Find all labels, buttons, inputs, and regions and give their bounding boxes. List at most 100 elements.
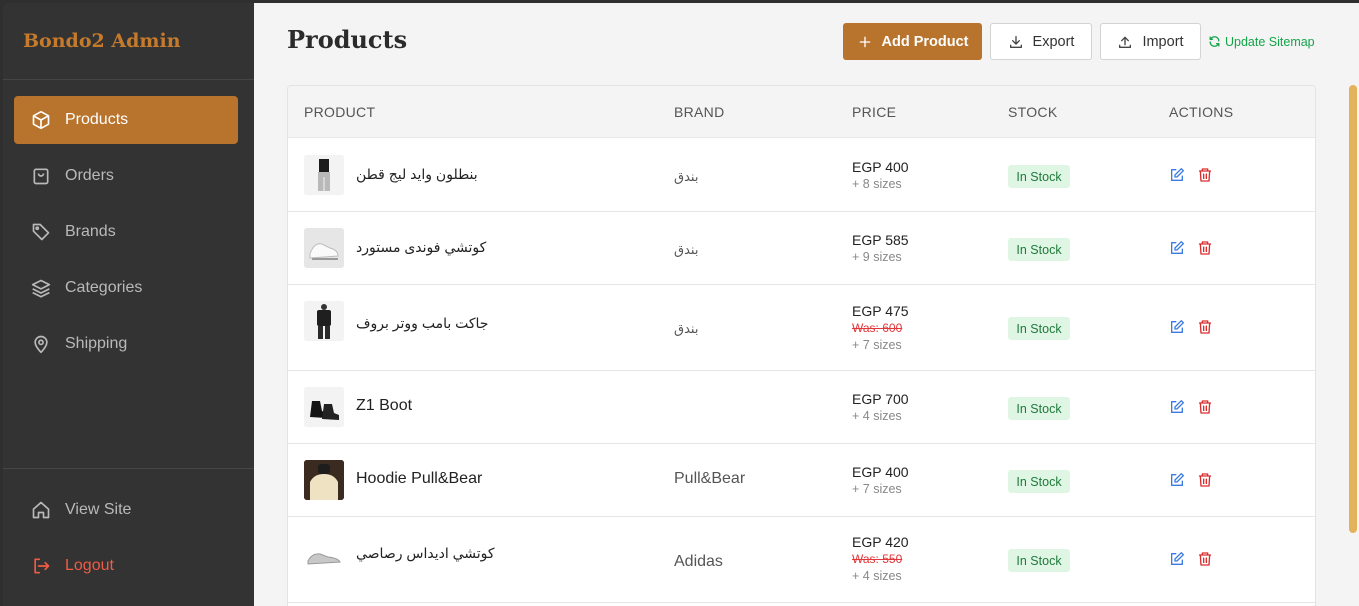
update-sitemap-label: Update Sitemap (1225, 34, 1315, 49)
sidebar-item-label: Orders (65, 167, 114, 184)
stock-badge: In Stock (1008, 549, 1070, 572)
table-row[interactable]: كوتشي فوندى مستورد بندق EGP 585 + 9 size… (288, 212, 1315, 285)
map-pin-icon (31, 334, 51, 354)
product-brand: Pull&Bear (674, 470, 746, 487)
table-row[interactable]: Z1 Boot EGP 700 + 4 sizes In Stock (288, 371, 1315, 444)
price-value: EGP 585 (852, 232, 909, 248)
product-brand: بندق (674, 169, 699, 184)
sizes-count: + 9 sizes (852, 250, 902, 264)
product-name: Z1 Boot (356, 397, 413, 414)
product-brand: بندق (674, 242, 699, 257)
product-thumbnail (304, 301, 344, 341)
table-row[interactable]: جاكت بامب ووتر بروف بندق EGP 475 Was: 60… (288, 285, 1315, 371)
edit-icon[interactable] (1169, 167, 1185, 183)
add-product-label: Add Product (881, 33, 969, 50)
refresh-icon (1209, 36, 1220, 47)
table-row[interactable]: Hoodie Pull&Bear Pull&Bear EGP 400 + 7 s… (288, 444, 1315, 517)
delete-icon[interactable] (1197, 551, 1213, 567)
sidebar-item-label: Logout (65, 557, 114, 574)
app-window: Bondo2 Admin Products Orders Brands Cate… (0, 0, 1359, 606)
sidebar-nav: Products Orders Brands Categories Shippi… (14, 96, 238, 376)
column-header-product: PRODUCT (304, 103, 376, 120)
plus-icon (859, 36, 870, 47)
product-price: EGP 420 Was: 550 + 4 sizes (852, 534, 909, 585)
product-thumbnail (304, 387, 344, 427)
column-header-price: PRICE (852, 103, 897, 120)
product-name: كوتشي اديداس رصاصي (356, 545, 495, 561)
delete-icon[interactable] (1197, 167, 1213, 183)
price-value: EGP 400 (852, 464, 909, 480)
edit-icon[interactable] (1169, 240, 1185, 256)
product-price: EGP 700 + 4 sizes (852, 391, 909, 425)
update-sitemap-button[interactable]: Update Sitemap (1208, 23, 1320, 60)
edit-icon[interactable] (1169, 399, 1185, 415)
box-icon (31, 110, 51, 130)
stock-badge: In Stock (1008, 317, 1070, 340)
table-row[interactable]: كوتشي اديداس رصاصي Adidas EGP 420 Was: 5… (288, 517, 1315, 603)
sidebar-item-logout[interactable]: Logout (14, 542, 238, 590)
logout-icon (31, 556, 51, 576)
product-name: جاكت بامب ووتر بروف (356, 315, 489, 331)
was-price: Was: 600 (852, 321, 903, 335)
sidebar-item-label: Brands (65, 223, 116, 240)
delete-icon[interactable] (1197, 319, 1213, 335)
column-header-brand: BRAND (674, 103, 725, 120)
price-value: EGP 400 (852, 159, 909, 175)
import-label: Import (1142, 33, 1184, 50)
sidebar: Bondo2 Admin Products Orders Brands Cate… (3, 3, 254, 606)
column-header-stock: STOCK (1008, 103, 1058, 120)
vertical-scrollbar[interactable] (1347, 3, 1359, 606)
sidebar-item-products[interactable]: Products (14, 96, 238, 144)
export-button[interactable]: Export (990, 23, 1092, 60)
price-value: EGP 475 (852, 303, 909, 319)
product-name: بنطلون وايد ليج قطن (356, 166, 478, 182)
product-price: EGP 475 Was: 600 + 7 sizes (852, 303, 909, 354)
stock-badge: In Stock (1008, 238, 1070, 261)
page-title: Products (287, 25, 408, 54)
sidebar-item-view-site[interactable]: View Site (14, 486, 238, 534)
import-button[interactable]: Import (1100, 23, 1201, 60)
was-price: Was: 550 (852, 552, 903, 566)
scrollbar-thumb[interactable] (1349, 85, 1357, 533)
product-brand: بندق (674, 321, 699, 336)
table-row[interactable]: بنطلون وايد ليج قطن بندق EGP 400 + 8 siz… (288, 139, 1315, 212)
product-name: Hoodie Pull&Bear (356, 470, 483, 487)
export-label: Export (1032, 33, 1075, 50)
product-price: EGP 585 + 9 sizes (852, 232, 909, 266)
sizes-count: + 8 sizes (852, 177, 902, 191)
sidebar-footer: View Site Logout (3, 468, 254, 598)
main-content: Products Add Product Export Import Updat… (254, 3, 1347, 606)
edit-icon[interactable] (1169, 472, 1185, 488)
stock-badge: In Stock (1008, 165, 1070, 188)
product-thumbnail (304, 155, 344, 195)
brand-logo-text[interactable]: Bondo2 Admin (23, 30, 181, 52)
sidebar-item-shipping[interactable]: Shipping (14, 320, 238, 368)
sidebar-item-label: Categories (65, 279, 143, 296)
sidebar-item-categories[interactable]: Categories (14, 264, 238, 312)
download-icon (1009, 35, 1022, 48)
sidebar-item-orders[interactable]: Orders (14, 152, 238, 200)
price-value: EGP 700 (852, 391, 909, 407)
products-table: PRODUCT BRAND PRICE STOCK ACTIONS بنطلون… (287, 85, 1316, 606)
stock-badge: In Stock (1008, 397, 1070, 420)
delete-icon[interactable] (1197, 240, 1213, 256)
product-price: EGP 400 + 8 sizes (852, 159, 909, 193)
edit-icon[interactable] (1169, 551, 1185, 567)
table-header: PRODUCT BRAND PRICE STOCK ACTIONS (288, 86, 1315, 138)
product-brand: Adidas (674, 553, 723, 570)
column-header-actions: ACTIONS (1169, 103, 1234, 120)
layers-icon (31, 278, 51, 298)
delete-icon[interactable] (1197, 399, 1213, 415)
sizes-count: + 7 sizes (852, 482, 902, 496)
brand-header: Bondo2 Admin (3, 3, 254, 80)
product-thumbnail (304, 228, 344, 268)
delete-icon[interactable] (1197, 472, 1213, 488)
edit-icon[interactable] (1169, 319, 1185, 335)
tag-icon (31, 222, 51, 242)
product-thumbnail (304, 535, 344, 575)
sidebar-item-brands[interactable]: Brands (14, 208, 238, 256)
upload-icon (1119, 36, 1132, 48)
add-product-button[interactable]: Add Product (843, 23, 982, 60)
home-icon (31, 500, 51, 520)
sidebar-item-label: Products (65, 111, 129, 128)
